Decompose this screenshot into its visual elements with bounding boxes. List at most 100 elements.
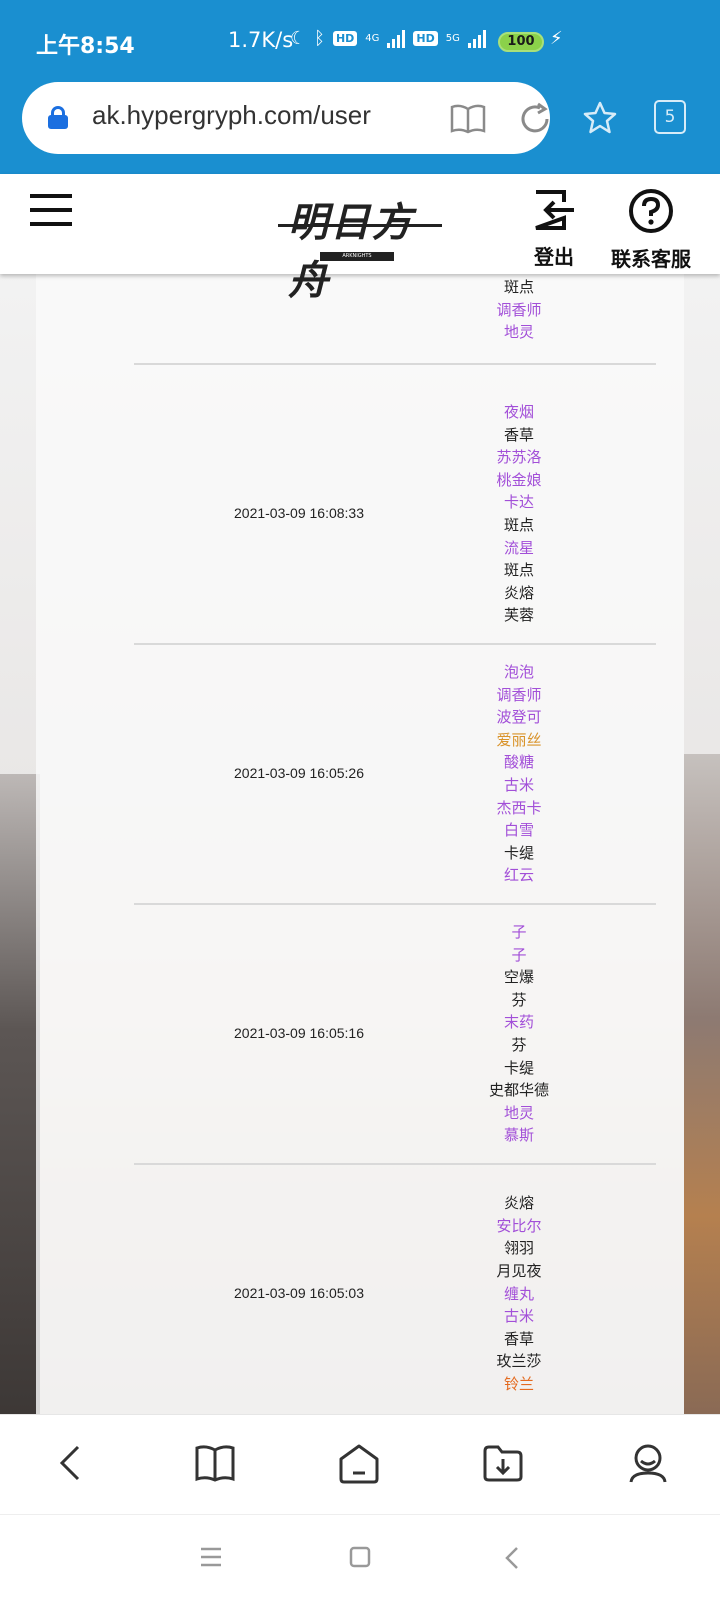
menu-icon[interactable] [30,194,74,228]
network-type-label: 5G [445,33,460,44]
tab-count: 5 [664,107,676,127]
history-panel: 翎羽斑点调香师地灵2021-03-09 16:08:33夜烟香草苏苏洛桃金娘卡达… [36,274,684,1414]
operator-name: 白雪 [503,821,534,840]
operator-name: 调香师 [496,685,542,704]
operator-list: 泡泡调香师波登可爱丽丝酸糖古米杰西卡白雪卡缇红云 [464,661,574,887]
operator-name: 芬 [511,1035,527,1054]
signal-icon [467,29,486,48]
operator-name: 泡泡 [503,663,534,681]
history-record: 2021-03-09 16:05:16 子子空爆芬末药芬卡缇 史都华德 地灵 慕斯 [134,904,656,1165]
signal-icon [387,29,406,48]
operator-name: 安比尔 [496,1216,542,1235]
operator-name: 波登可 [496,708,542,727]
network-speed: 1.7K/s [228,28,294,52]
status-time: 上午8:54 [36,34,135,59]
record-date: 2021-03-09 16:05:26 [234,765,364,781]
history-record: 2021-03-09 16:05:03 炎熔 安比尔 翎羽 月见夜 缠丸 古米 香草 玫兰莎 铃兰 [134,1164,656,1414]
refresh-icon[interactable] [518,102,552,136]
status-icons: ☾ ᛒ HD 4G HD 5G [290,28,486,49]
battery-level: 100 [507,34,535,49]
operator-name: 古米 [503,775,534,794]
bookmarks-icon[interactable] [194,1443,236,1483]
operator-name: 子 [511,945,527,964]
lock-icon [48,106,68,129]
operator-name: 香草 [503,425,534,444]
content-area[interactable]: 翎羽斑点调香师地灵2021-03-09 16:08:33夜烟香草苏苏洛桃金娘卡达… [0,274,720,1414]
record-date: 2021-03-09 16:08:33 [234,505,364,521]
tab-switcher-button[interactable]: 5 [654,100,686,134]
recent-apps-icon[interactable] [198,1545,224,1569]
logout-button[interactable]: 登出 [524,188,584,270]
operator-name: 香草 [503,1329,534,1348]
operator-list: 炎熔 安比尔 翎羽 月见夜 缠丸 古米 香草 玫兰莎 铃兰 [464,1192,574,1395]
operator-name: 卡缇 [503,843,534,862]
operator-name: 末药 [503,1013,534,1032]
operator-name: 古米 [503,1307,534,1326]
operator-list: 翎羽斑点调香师地灵 [464,274,574,344]
operator-name: 爱丽丝 [496,730,542,749]
history-record: 2021-03-09 16:05:26 泡泡调香师波登可爱丽丝酸糖古米杰西卡白雪卡… [134,644,656,905]
browser-bottom-nav [0,1414,720,1514]
operator-name: 卡缇 [503,1058,534,1077]
site-logo[interactable]: 明日方舟 ARKNIGHTS [278,188,442,304]
system-nav-bar [0,1514,720,1600]
operator-name: 炎熔 [503,583,534,602]
hd-badge: HD [413,31,438,46]
record-date: 2021-03-09 16:05:03 [234,1285,364,1301]
operator-name: 斑点 [503,561,534,580]
operator-name: 炎熔 [503,1194,534,1213]
operator-name: 红云 [503,866,534,885]
battery-icon: 100 [498,32,544,52]
record-date: 2021-03-09 16:05:16 [234,1025,364,1041]
operator-name: 酸糖 [503,753,534,772]
download-icon[interactable] [482,1443,524,1483]
browser-top-bar: 上午8:54 1.7K/s ☾ ᛒ HD 4G HD 5G 100 ⚡ ak.h… [0,0,720,174]
background-art [0,774,40,1414]
operator-name: 夜烟 [503,403,534,421]
operator-name: 芬 [511,990,527,1009]
operator-name: 史都华德 [488,1081,549,1100]
operator-name: 慕斯 [503,1126,534,1145]
moon-icon: ☾ [290,28,307,49]
logout-icon [535,190,574,230]
url-text[interactable]: ak.hypergryph.com/user [92,100,371,131]
operator-name: 杰西卡 [496,798,542,817]
operator-name: 子 [511,923,527,941]
operator-name: 空爆 [503,968,534,987]
charging-icon: ⚡ [550,28,563,49]
help-icon [629,189,673,233]
bluetooth-icon: ᛒ [314,28,325,49]
history-record: 2021-03-09 16:08:33 夜烟 香草 苏苏洛 桃金娘 卡达 斑点 流星 斑点 炎熔芙… [134,384,656,645]
background-art [684,754,720,1414]
logo-subtitle: ARKNIGHTS [320,252,394,261]
customer-service-button[interactable]: 联系客服 [600,188,702,272]
hd-badge: HD [332,31,358,46]
bookmark-star-icon[interactable] [582,100,618,136]
row-divider [134,363,656,365]
home-button-icon[interactable] [348,1545,372,1569]
operator-list: 夜烟 香草 苏苏洛 桃金娘 卡达 斑点 流星 斑点 炎熔 芙蓉 [464,401,574,627]
operator-name: 斑点 [503,278,534,297]
operator-name: 月见夜 [496,1262,542,1281]
operator-name: 玫兰莎 [496,1352,542,1371]
profile-icon[interactable] [628,1443,668,1485]
operator-name: 铃兰 [503,1375,534,1394]
operator-name: 地灵 [503,1103,534,1122]
home-icon[interactable] [338,1443,380,1485]
reader-mode-icon[interactable] [450,104,486,134]
address-bar[interactable]: ak.hypergryph.com/user [22,82,550,154]
status-bar: 上午8:54 1.7K/s ☾ ᛒ HD 4G HD 5G 100 ⚡ [0,0,720,84]
operator-name: 地灵 [503,323,534,342]
site-header: 明日方舟 ARKNIGHTS 登出 联系客服 [0,174,720,304]
logout-label: 登出 [534,245,574,269]
operator-name: 芙蓉 [503,606,534,625]
system-back-icon[interactable] [502,1545,522,1571]
operator-name: 流星 [503,538,534,557]
operator-name: 桃金娘 [496,470,542,489]
operator-list: 子子空爆芬末药芬卡缇 史都华德 地灵 慕斯 [464,921,574,1147]
network-type-label: 4G [365,33,380,44]
operator-name: 卡达 [503,493,534,512]
operator-name: 翎羽 [503,1239,534,1258]
logo-text: 明日方舟 [288,199,414,304]
back-icon[interactable] [56,1443,84,1483]
